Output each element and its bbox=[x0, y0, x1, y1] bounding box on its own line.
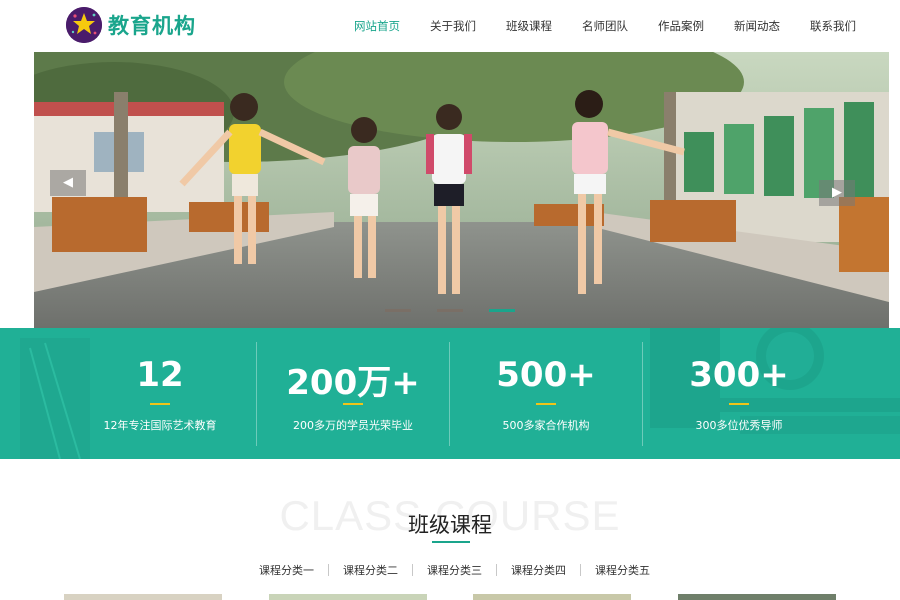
course-category-tab[interactable]: 课程分类一 bbox=[259, 562, 314, 578]
banner-dot-2[interactable] bbox=[437, 309, 463, 312]
banner-photo bbox=[34, 52, 889, 328]
nav-item-news[interactable]: 新闻动态 bbox=[734, 0, 780, 52]
stat-label: 200多万的学员光荣毕业 bbox=[293, 419, 413, 432]
banner-dot-3[interactable] bbox=[489, 309, 515, 312]
stat-item: 500+ 500多家合作机构 bbox=[450, 328, 642, 459]
star-logo-icon bbox=[66, 7, 102, 43]
course-category-tab[interactable]: 课程分类四 bbox=[511, 562, 566, 578]
category-separator bbox=[412, 564, 413, 576]
course-category-tab[interactable]: 课程分类二 bbox=[343, 562, 398, 578]
course-thumbnail[interactable] bbox=[473, 594, 632, 600]
stat-divider-bar bbox=[536, 403, 556, 405]
banner-pagination bbox=[385, 309, 541, 312]
stats-band: 12 12年专注国际艺术教育 200万+ 200多万的学员光荣毕业 500+ 5… bbox=[0, 328, 900, 459]
course-thumbnail[interactable] bbox=[677, 594, 836, 600]
category-separator bbox=[496, 564, 497, 576]
stat-divider-bar bbox=[150, 403, 170, 405]
stat-label: 300多位优秀导师 bbox=[695, 419, 783, 432]
stat-divider-bar bbox=[343, 403, 363, 405]
stat-item: 200万+ 200多万的学员光荣毕业 bbox=[257, 328, 449, 459]
stat-item: 12 12年专注国际艺术教育 bbox=[64, 328, 256, 459]
stat-divider-bar bbox=[729, 403, 749, 405]
course-thumbnail[interactable] bbox=[64, 594, 222, 600]
logo-text: 教育机构 bbox=[108, 13, 196, 38]
nav-item-home[interactable]: 网站首页 bbox=[354, 0, 400, 52]
arrow-left-icon: ◀ bbox=[63, 175, 73, 190]
hero-banner[interactable]: ◀ ▶ bbox=[34, 52, 889, 328]
course-category-tab[interactable]: 课程分类三 bbox=[427, 562, 482, 578]
arrow-right-icon: ▶ bbox=[832, 185, 842, 200]
course-category-tabs: 课程分类一 课程分类二 课程分类三 课程分类四 课程分类五 bbox=[259, 562, 650, 578]
stat-number: 300+ bbox=[689, 355, 789, 395]
stat-number: 12 bbox=[136, 355, 184, 395]
category-separator bbox=[328, 564, 329, 576]
stat-number: 200万+ bbox=[286, 363, 420, 403]
banner-prev-button[interactable]: ◀ bbox=[50, 170, 86, 196]
nav-item-teachers[interactable]: 名师团队 bbox=[582, 0, 628, 52]
category-separator bbox=[580, 564, 581, 576]
section-title: 班级课程 bbox=[408, 513, 492, 537]
stat-label: 12年专注国际艺术教育 bbox=[103, 419, 217, 432]
stat-item: 300+ 300多位优秀导师 bbox=[643, 328, 835, 459]
nav-item-works[interactable]: 作品案例 bbox=[658, 0, 704, 52]
nav-item-about[interactable]: 关于我们 bbox=[430, 0, 476, 52]
logo[interactable]: 教育机构 bbox=[66, 7, 196, 43]
banner-next-button[interactable]: ▶ bbox=[819, 180, 855, 206]
nav-item-contact[interactable]: 联系我们 bbox=[810, 0, 856, 52]
course-thumbnail[interactable] bbox=[268, 594, 427, 600]
stat-number: 500+ bbox=[496, 355, 596, 395]
stat-label: 500多家合作机构 bbox=[502, 419, 590, 432]
nav-item-courses[interactable]: 班级课程 bbox=[506, 0, 552, 52]
main-nav: 网站首页 关于我们 班级课程 名师团队 作品案例 新闻动态 联系我们 bbox=[324, 0, 856, 52]
course-category-tab[interactable]: 课程分类五 bbox=[595, 562, 650, 578]
banner-dot-1[interactable] bbox=[385, 309, 411, 312]
site-header: 教育机构 网站首页 关于我们 班级课程 名师团队 作品案例 新闻动态 联系我们 bbox=[0, 0, 900, 52]
section-title-underline bbox=[432, 541, 470, 543]
course-thumbnails bbox=[64, 594, 836, 600]
